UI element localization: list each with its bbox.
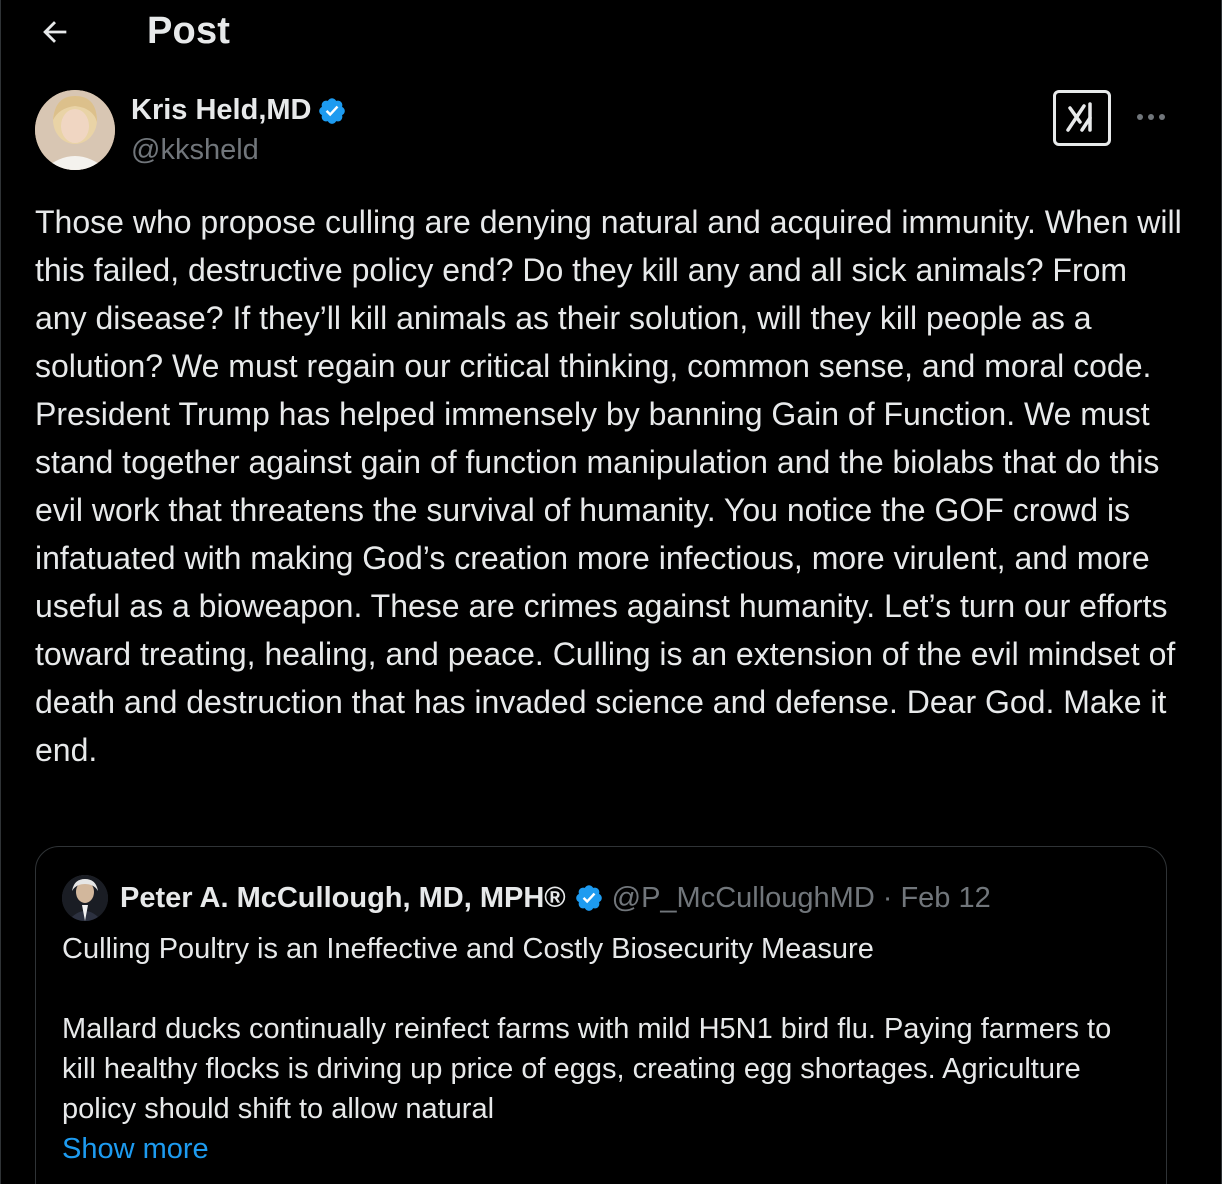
quoted-post-title: Culling Poultry is an Ineffective and Co…	[62, 933, 874, 965]
quoted-post-card[interactable]: Peter A. McCullough, MD, MPH® @P_McCullo…	[35, 846, 1167, 1184]
quoted-post-text: Culling Poultry is an Ineffective and Co…	[62, 929, 1152, 1169]
quoted-post-date[interactable]: Feb 12	[900, 882, 990, 915]
more-horizontal-icon	[1135, 109, 1167, 127]
quoted-post-body: Mallard ducks continually reinfect farms…	[62, 1013, 1112, 1125]
avatar-portrait-icon	[35, 90, 115, 170]
quoted-avatar-portrait-icon	[62, 875, 108, 921]
page-header: Post	[1, 0, 1221, 66]
author-name-row: Kris Held,MD	[131, 94, 347, 127]
quoted-post-header: Peter A. McCullough, MD, MPH® @P_McCullo…	[62, 875, 991, 921]
back-button[interactable]	[31, 10, 79, 58]
author-name[interactable]: Kris Held,MD	[131, 94, 311, 127]
author-row: Kris Held,MD @kksheld	[35, 90, 1175, 172]
arrow-left-icon	[38, 15, 72, 54]
quoted-separator: ·	[882, 881, 893, 914]
quoted-author-avatar[interactable]	[62, 875, 108, 921]
author-handle[interactable]: @kksheld	[131, 134, 259, 167]
quoted-verified-badge-icon	[574, 883, 604, 913]
post-page: Post Kris Held,MD @kksheld Those who pro…	[0, 0, 1222, 1184]
more-options-button[interactable]	[1129, 98, 1173, 138]
grok-button[interactable]	[1053, 90, 1111, 146]
quoted-author-handle[interactable]: @P_McCulloughMD	[612, 882, 875, 915]
show-more-link[interactable]: Show more	[62, 1129, 1152, 1169]
post-text: Those who propose culling are denying na…	[35, 204, 1182, 768]
verified-badge-icon[interactable]	[317, 96, 347, 126]
quoted-author-name[interactable]: Peter A. McCullough, MD, MPH®	[120, 882, 566, 915]
page-title: Post	[147, 10, 231, 52]
author-avatar[interactable]	[35, 90, 115, 170]
grok-icon	[1062, 98, 1102, 139]
